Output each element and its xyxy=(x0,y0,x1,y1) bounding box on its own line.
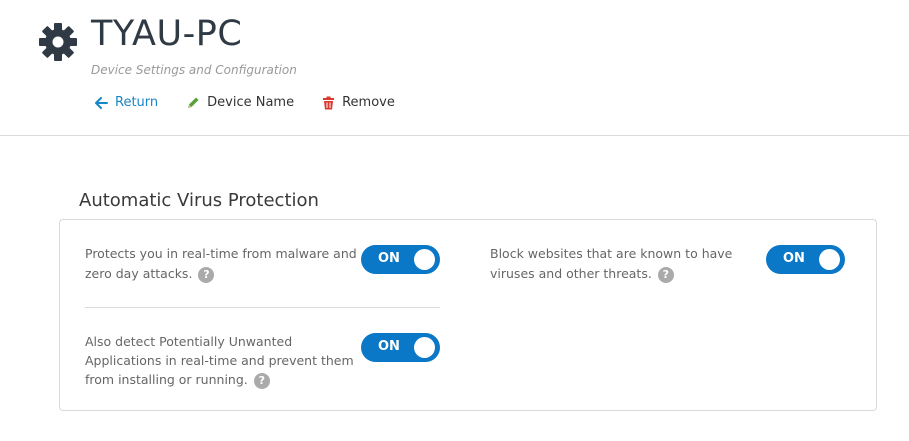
block-websites-toggle[interactable]: ON xyxy=(766,245,845,274)
setting-text-line: zero day attacks. xyxy=(85,266,193,281)
trash-icon xyxy=(323,96,335,109)
help-icon[interactable]: ? xyxy=(198,266,215,283)
toggle-knob xyxy=(819,249,840,270)
toggle-knob xyxy=(414,337,435,358)
block-websites-text: Block websites that are known to have vi… xyxy=(490,244,732,284)
return-label: Return xyxy=(115,95,159,110)
divider xyxy=(85,307,440,308)
setting-text-line: viruses and other threats. xyxy=(490,266,652,281)
return-button[interactable]: Return xyxy=(95,95,158,110)
device-name-label: Device Name xyxy=(207,95,295,110)
help-icon[interactable]: ? xyxy=(253,372,270,389)
remove-label: Remove xyxy=(342,95,395,110)
action-bar: Return Device Name Remove xyxy=(95,95,395,110)
setting-text-line: Also detect Potentially Unwanted xyxy=(85,334,293,349)
setting-text-line: from installing or running. xyxy=(85,372,248,387)
setting-text-line: Protects you in real-time from malware a… xyxy=(85,246,357,261)
help-icon[interactable]: ? xyxy=(657,266,674,283)
toggle-label: ON xyxy=(378,339,400,354)
page-subtitle: Device Settings and Configuration xyxy=(91,63,297,77)
pua-detection-text: Also detect Potentially Unwanted Applica… xyxy=(85,332,354,389)
toggle-label: ON xyxy=(378,251,400,266)
realtime-protection-text: Protects you in real-time from malware a… xyxy=(85,244,357,284)
device-name-button[interactable]: Device Name xyxy=(186,95,294,110)
toggle-knob xyxy=(414,249,435,270)
page-header: TYAU-PC Device Settings and Configuratio… xyxy=(0,0,909,136)
arrow-left-icon xyxy=(95,96,108,109)
toggle-label: ON xyxy=(783,251,805,266)
setting-text-line: Applications in real-time and prevent th… xyxy=(85,353,354,368)
section-title: Automatic Virus Protection xyxy=(79,190,319,211)
pua-detection-toggle[interactable]: ON xyxy=(361,333,440,362)
pencil-icon xyxy=(188,97,199,108)
gear-icon xyxy=(39,23,77,61)
page-title: TYAU-PC xyxy=(91,14,243,54)
remove-button[interactable]: Remove xyxy=(322,95,395,110)
realtime-protection-toggle[interactable]: ON xyxy=(361,245,440,274)
setting-text-line: Block websites that are known to have xyxy=(490,246,733,261)
